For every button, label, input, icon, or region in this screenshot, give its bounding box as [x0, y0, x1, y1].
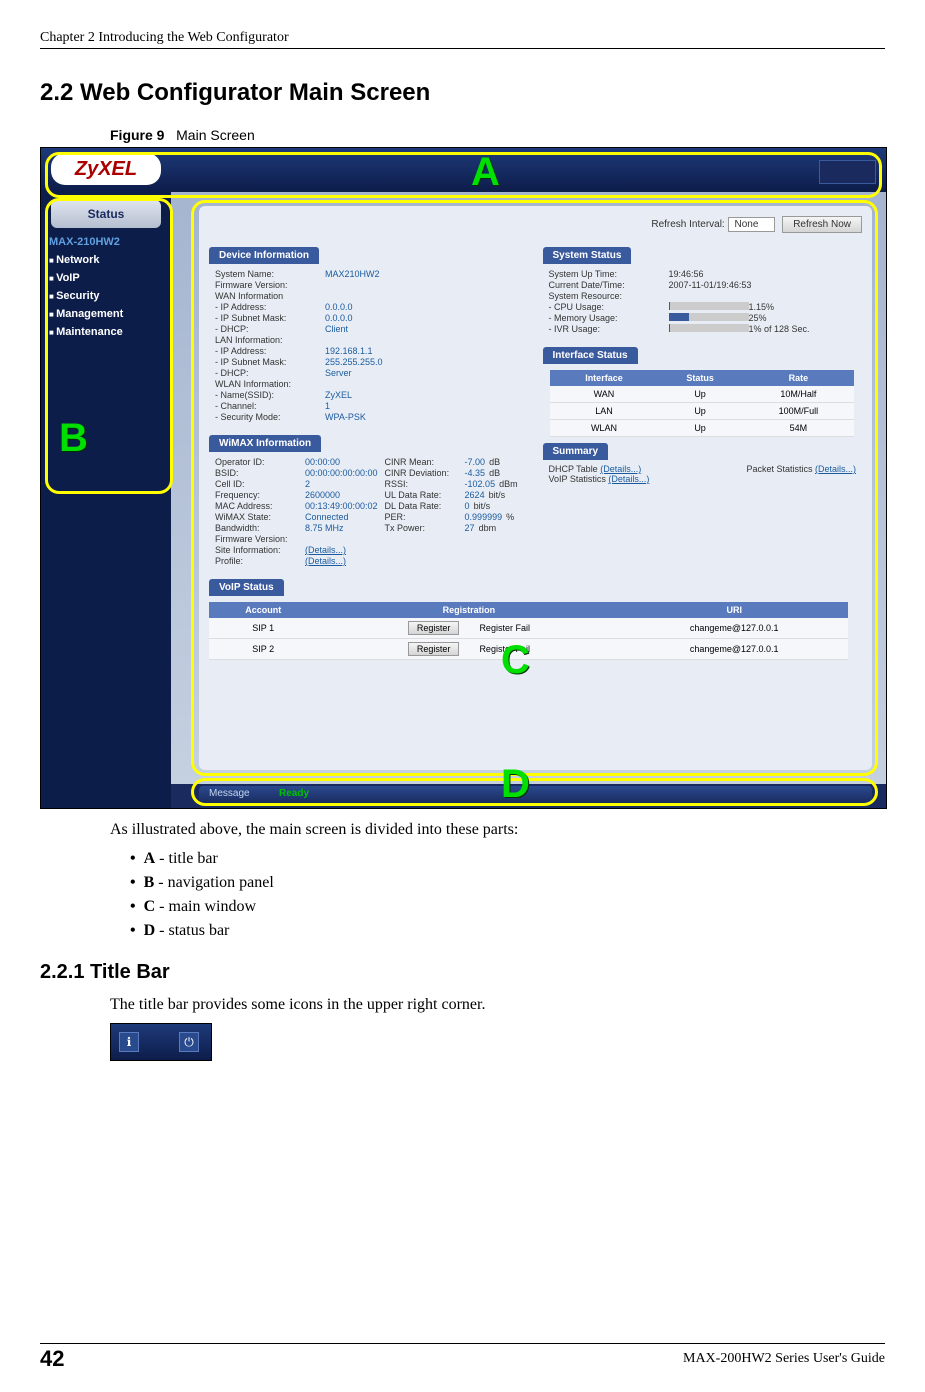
status-value: Ready — [279, 788, 309, 799]
wimax-info-title: WiMAX Information — [209, 435, 321, 452]
voip-register-button[interactable]: Register — [408, 642, 460, 656]
system-status-title: System Status — [543, 247, 632, 264]
nav-status-button[interactable]: Status — [51, 200, 161, 228]
summary-voip: VoIP Statistics — [549, 474, 606, 484]
nav-item-security[interactable]: Security — [49, 290, 163, 302]
summary-packet-link[interactable]: (Details...) — [815, 464, 856, 474]
summary-body: DHCP Table (Details...) Packet Statistic… — [543, 460, 863, 490]
table-row: WANUp10M/Half — [550, 386, 854, 403]
if-th-interface: Interface — [550, 370, 657, 386]
if-th-rate: Rate — [743, 370, 854, 386]
summary-title: Summary — [543, 443, 609, 460]
summary-voip-link[interactable]: (Details...) — [608, 474, 649, 484]
main-inner: Refresh Interval: None Refresh Now Devic… — [199, 206, 872, 770]
titlebar-icons[interactable] — [819, 160, 876, 184]
interface-status-title: Interface Status — [543, 347, 638, 364]
power-icon[interactable]: ⏻ — [179, 1032, 199, 1052]
nav-item-network[interactable]: Network — [49, 254, 163, 266]
voip-status-title: VoIP Status — [209, 579, 284, 596]
system-status-body: System Up Time:19:46:56Current Date/Time… — [543, 264, 863, 341]
summary-packet: Packet Statistics — [746, 464, 812, 474]
page-number: 42 — [40, 1346, 64, 1372]
figure-label: Figure 9 — [110, 127, 164, 143]
table-row: LANUp100M/Full — [550, 403, 854, 420]
status-label: Message — [209, 788, 250, 799]
voip-acct: SIP 2 — [209, 639, 317, 660]
titlebar-icons-crop: ℹ ⏻ — [110, 1023, 212, 1061]
table-row: WLANUp54M — [550, 420, 854, 437]
subsection-heading: 2.2.1 Title Bar — [40, 961, 885, 984]
device-info-title: Device Information — [209, 247, 319, 264]
app-titlebar: ZyXEL — [41, 148, 886, 192]
nav-item-management[interactable]: Management — [49, 308, 163, 320]
figure-caption: Figure 9 Main Screen — [110, 127, 885, 143]
info-icon[interactable]: ℹ — [119, 1032, 139, 1052]
nav-item-voip[interactable]: VoIP — [49, 272, 163, 284]
figure-title: Main Screen — [176, 127, 255, 143]
bullet-list: A - title barB - navigation panelC - mai… — [130, 847, 885, 943]
running-header: Chapter 2 Introducing the Web Configurat… — [40, 30, 885, 49]
interface-status-table: Interface Status Rate WANUp10M/Half LANU… — [550, 370, 854, 437]
nav-item-maintenance[interactable]: Maintenance — [49, 326, 163, 338]
nav-model-label: MAX-210HW2 — [49, 236, 163, 248]
intro-text: As illustrated above, the main screen is… — [110, 819, 885, 841]
voip-acct: SIP 1 — [209, 618, 317, 639]
voip-register-button[interactable]: Register — [408, 621, 460, 635]
device-info-body: System Name:MAX210HW2Firmware Version:WA… — [209, 264, 529, 429]
summary-dhcp: DHCP Table — [549, 464, 598, 474]
summary-dhcp-link[interactable]: (Details...) — [600, 464, 641, 474]
refresh-interval-select[interactable]: None — [728, 217, 776, 232]
wimax-info-body: Operator ID:00:00:00BSID:00:00:00:00:00:… — [209, 452, 529, 573]
if-th-status: Status — [657, 370, 742, 386]
voip-reg-status: Register Fail — [479, 623, 530, 633]
nav-panel: Status MAX-210HW2 Network VoIP Security … — [41, 192, 171, 808]
refresh-row: Refresh Interval: None Refresh Now — [209, 216, 862, 233]
footer-text: MAX-200HW2 Series User's Guide — [683, 1351, 885, 1367]
voip-reg-status: Register Fail — [479, 644, 530, 654]
refresh-label: Refresh Interval: — [651, 219, 724, 230]
page-footer: 42 MAX-200HW2 Series User's Guide — [40, 1343, 885, 1372]
zyxel-logo: ZyXEL — [51, 153, 161, 185]
voip-th-account: Account — [209, 602, 317, 618]
subsection-text: The title bar provides some icons in the… — [110, 994, 885, 1016]
status-bar: Message Ready — [171, 784, 886, 808]
screenshot: ZyXEL Status MAX-210HW2 Network VoIP Sec… — [40, 147, 887, 809]
refresh-now-button[interactable]: Refresh Now — [782, 216, 862, 233]
main-pane: Refresh Interval: None Refresh Now Devic… — [171, 192, 886, 784]
section-heading: 2.2 Web Configurator Main Screen — [40, 79, 885, 107]
